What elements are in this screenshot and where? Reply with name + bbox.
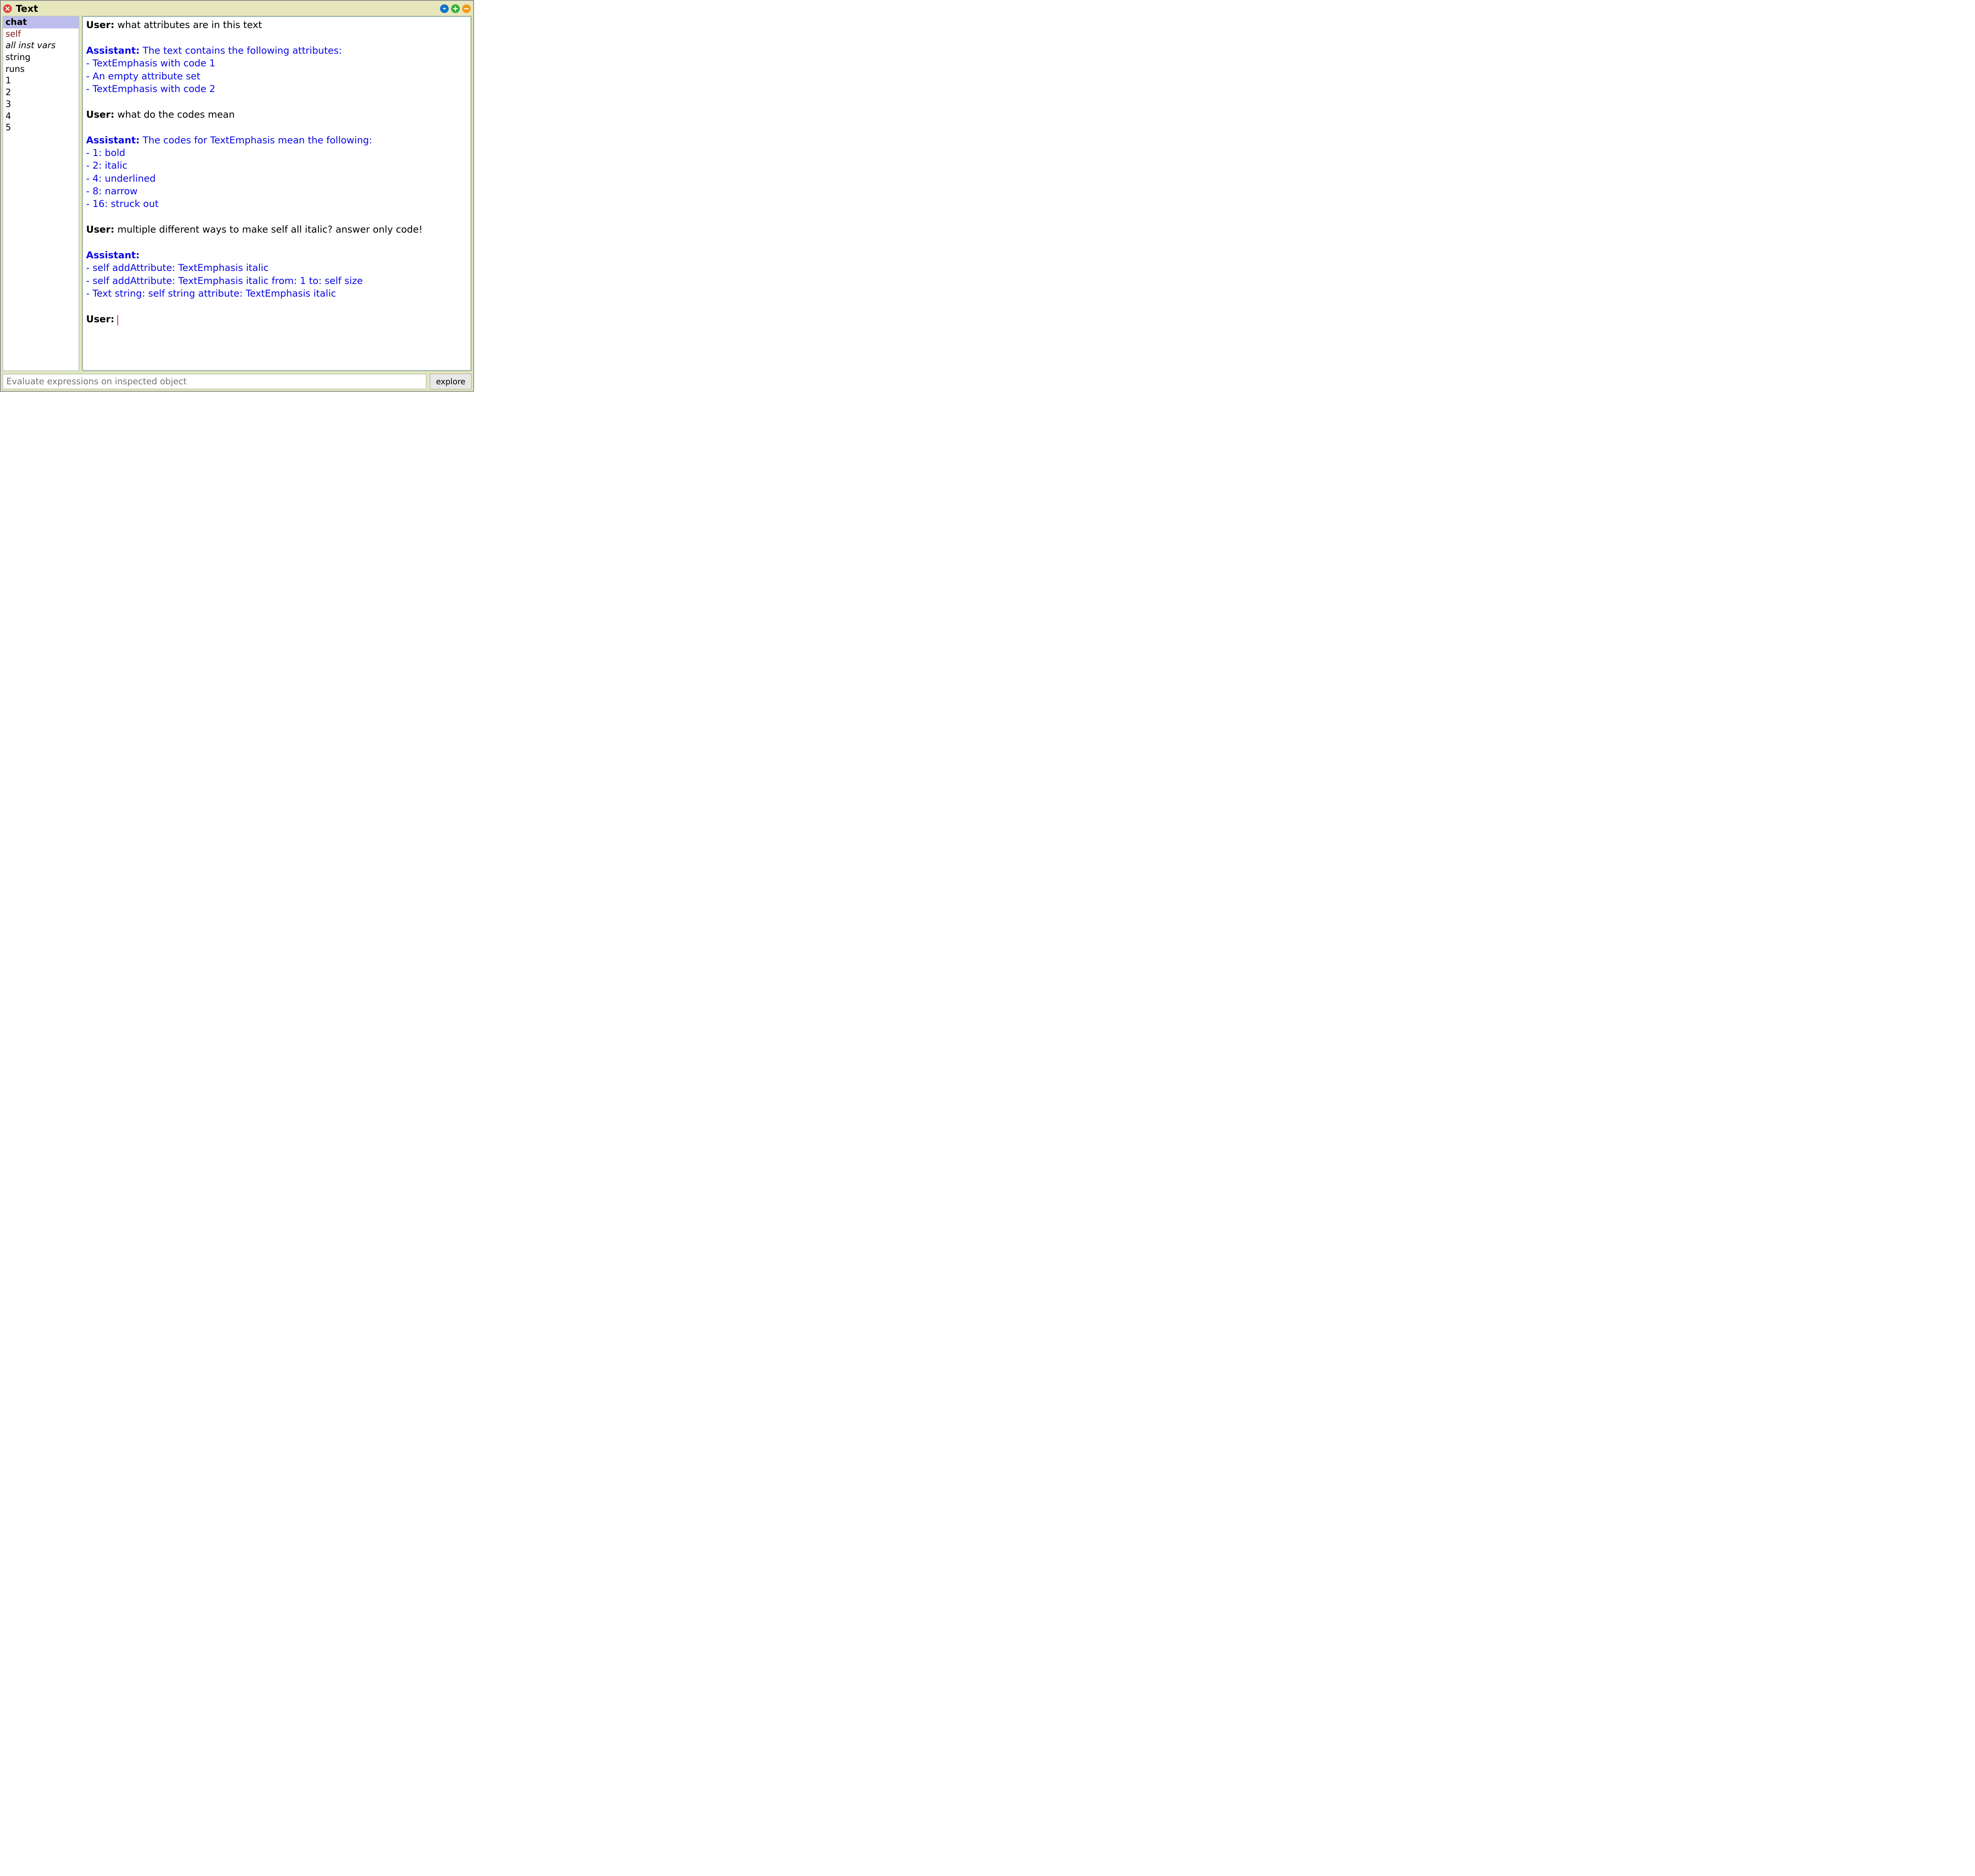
user-label: User: bbox=[86, 314, 114, 325]
sidebar-item-2[interactable]: 2 bbox=[3, 87, 79, 99]
sidebar-item-self[interactable]: self bbox=[3, 28, 79, 40]
chat-assistant-turn: Assistant: The text contains the followi… bbox=[86, 44, 467, 96]
chat-gap bbox=[86, 95, 467, 108]
chat-user-turn: User: multiple different ways to make se… bbox=[86, 223, 467, 236]
titlebar: Text bbox=[2, 2, 472, 16]
user-text: what do the codes mean bbox=[114, 109, 235, 120]
sidebar-item-string[interactable]: string bbox=[3, 52, 79, 64]
eval-input[interactable] bbox=[2, 374, 427, 389]
sidebar-item-5[interactable]: 5 bbox=[3, 122, 79, 134]
assistant-label: Assistant: bbox=[86, 45, 139, 56]
add-icon[interactable] bbox=[451, 4, 460, 13]
chat-user-turn: User: what do the codes mean bbox=[86, 108, 467, 121]
titlebar-left-icons bbox=[3, 4, 12, 13]
window-title: Text bbox=[16, 3, 440, 14]
chat-gap bbox=[86, 300, 467, 313]
sidebar-item-all-inst-vars[interactable]: all inst vars bbox=[3, 40, 79, 52]
menu-icon[interactable] bbox=[440, 4, 449, 13]
close-icon[interactable] bbox=[3, 4, 12, 13]
sidebar-item-4[interactable]: 4 bbox=[3, 111, 79, 122]
chat-user-turn: User: what attributes are in this text bbox=[86, 19, 467, 31]
chat-user-turn: User: bbox=[86, 313, 467, 325]
chat-gap bbox=[86, 31, 467, 44]
chat-pane[interactable]: User: what attributes are in this text As… bbox=[82, 16, 472, 371]
text-cursor bbox=[117, 315, 118, 325]
assistant-label: Assistant: bbox=[86, 135, 139, 146]
inspector-window: Text chatselfall inst varsstringruns1234… bbox=[0, 0, 474, 392]
assistant-label: Assistant: bbox=[86, 250, 139, 261]
user-text bbox=[114, 314, 117, 325]
chat-assistant-turn: Assistant: The codes for TextEmphasis me… bbox=[86, 134, 467, 211]
titlebar-right-icons bbox=[440, 4, 471, 13]
chat-gap bbox=[86, 121, 467, 133]
assistant-text: The codes for TextEmphasis mean the foll… bbox=[86, 135, 372, 210]
sidebar-item-chat[interactable]: chat bbox=[3, 17, 79, 28]
user-label: User: bbox=[86, 109, 114, 120]
chat-gap bbox=[86, 236, 467, 249]
sidebar-item-1[interactable]: 1 bbox=[3, 75, 79, 87]
bottom-row: explore bbox=[2, 374, 472, 389]
chat-gap bbox=[86, 211, 467, 223]
sidebar-item-runs[interactable]: runs bbox=[3, 64, 79, 75]
user-label: User: bbox=[86, 19, 114, 30]
sidebar-item-3[interactable]: 3 bbox=[3, 99, 79, 111]
user-text: what attributes are in this text bbox=[114, 19, 262, 30]
explore-button[interactable]: explore bbox=[430, 374, 472, 389]
content-row: chatselfall inst varsstringruns12345 Use… bbox=[2, 16, 472, 371]
user-label: User: bbox=[86, 224, 114, 235]
collapse-icon[interactable] bbox=[462, 4, 471, 13]
sidebar-list[interactable]: chatselfall inst varsstringruns12345 bbox=[2, 16, 79, 371]
chat-assistant-turn: Assistant: - self addAttribute: TextEmph… bbox=[86, 249, 467, 300]
user-text: multiple different ways to make self all… bbox=[114, 224, 422, 235]
